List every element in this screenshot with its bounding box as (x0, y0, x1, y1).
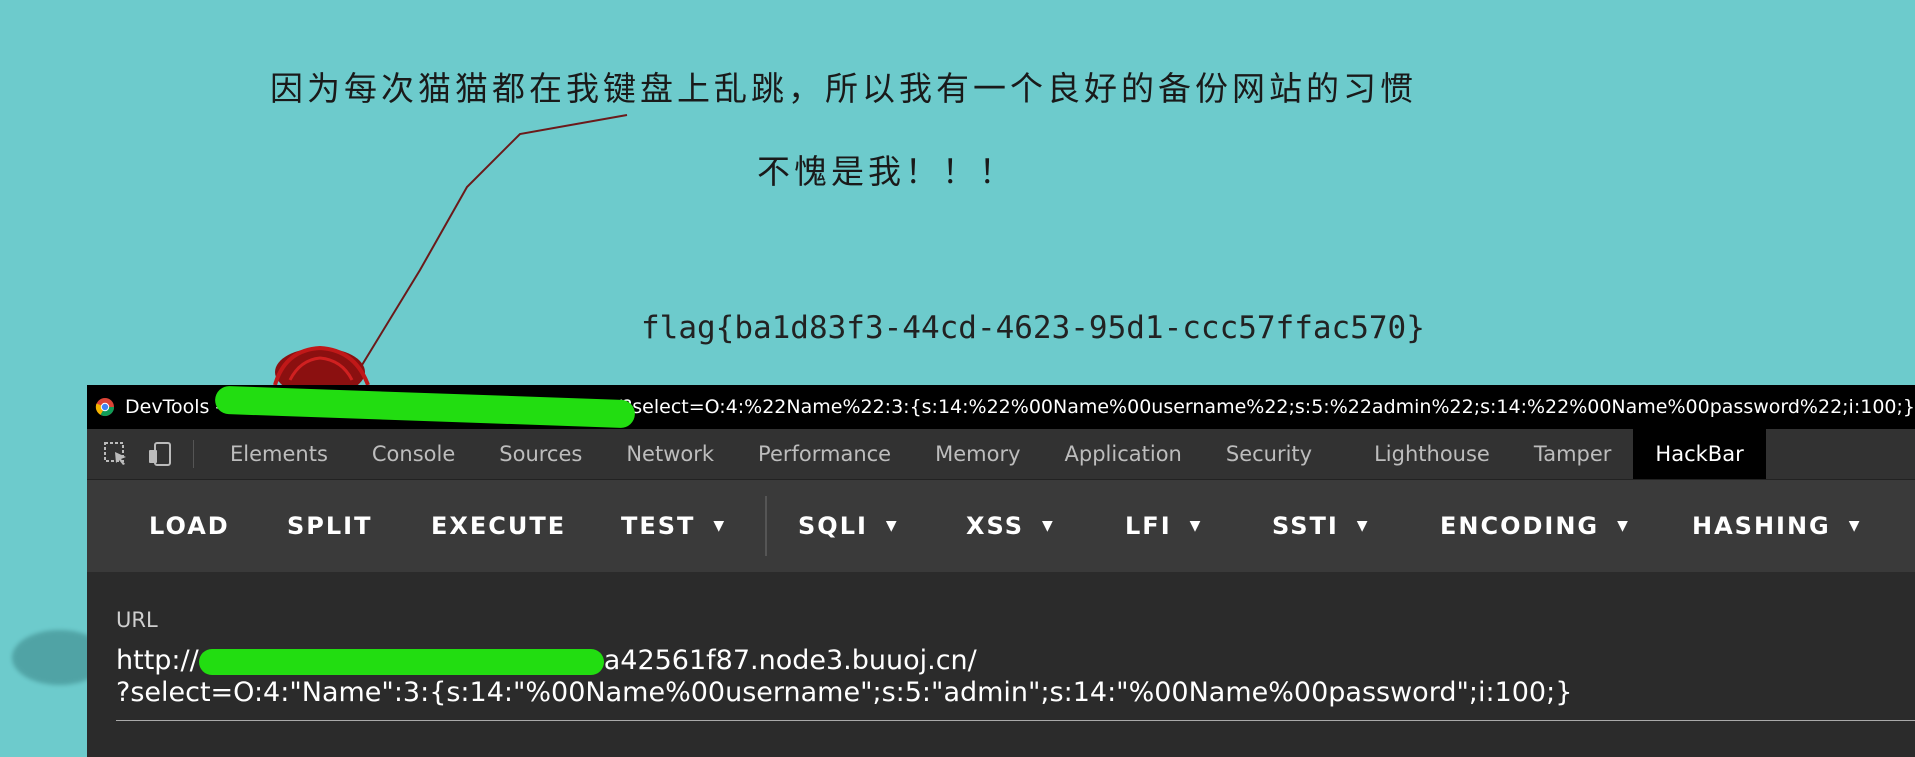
devtools-title-url: 3.buuoj.cn/?select=O:4:%22Name%22:3:{s:1… (516, 396, 1915, 418)
tab-sources[interactable]: Sources (477, 429, 604, 479)
sqli-dropdown[interactable]: SQLI ▼ (798, 480, 899, 572)
tab-network[interactable]: Network (604, 429, 736, 479)
caret-down-icon: ▼ (713, 518, 727, 534)
caret-down-icon: ▼ (1848, 518, 1862, 534)
flag-text: flag{ba1d83f3-44cd-4623-95d1-ccc57ffac57… (641, 310, 1425, 346)
tab-hackbar[interactable]: HackBar (1633, 429, 1766, 479)
hashing-dropdown[interactable]: HASHING ▼ (1692, 480, 1862, 572)
tab-separator (193, 440, 194, 468)
url-line-1: http:// a42561f87.node3.buuoj.cn/ (116, 645, 1572, 677)
cat-message-exclaim: 不愧是我！！！ (757, 152, 1016, 191)
chrome-icon (95, 398, 114, 417)
caret-down-icon: ▼ (1617, 518, 1630, 534)
devtools-titlebar: DevTools - 3.buuoj.cn/?select=O:4:%22Nam… (87, 385, 1915, 429)
redaction-mark (214, 385, 636, 429)
test-dropdown[interactable]: TEST ▼ (621, 480, 726, 572)
tab-performance[interactable]: Performance (736, 429, 913, 479)
ssti-label: SSTI (1272, 512, 1339, 540)
url-panel: URL http:// a42561f87.node3.buuoj.cn/ ?se… (87, 572, 1915, 757)
redaction-mark (198, 648, 604, 675)
url-scheme: http:// (116, 645, 199, 676)
url-line-2: ?select=O:4:"Name":3:{s:14:"%00Name%00us… (116, 677, 1573, 708)
tab-console[interactable]: Console (350, 429, 477, 479)
toolbar-separator (765, 496, 767, 556)
url-underline (116, 720, 1915, 721)
sqli-label: SQLI (798, 512, 868, 540)
encoding-dropdown[interactable]: ENCODING ▼ (1440, 480, 1630, 572)
xss-label: XSS (966, 512, 1024, 540)
encoding-label: ENCODING (1440, 512, 1600, 540)
url-host-suffix: a42561f87.node3.buuoj.cn/ (603, 645, 977, 676)
hackbar-toolbar: LOAD SPLIT EXECUTE TEST ▼ SQLI ▼ XSS ▼ LFI ▼… (87, 480, 1915, 572)
cat-message: 因为每次猫猫都在我键盘上乱跳，所以我有一个良好的备份网站的习惯 (270, 69, 1417, 108)
inspect-element-icon[interactable] (101, 439, 131, 469)
devtools-panel: DevTools - 3.buuoj.cn/?select=O:4:%22Nam… (87, 385, 1915, 757)
caret-down-icon: ▼ (1356, 518, 1370, 534)
tab-security[interactable]: Security (1204, 429, 1352, 479)
tab-lighthouse[interactable]: Lighthouse (1352, 429, 1512, 479)
xss-dropdown[interactable]: XSS ▼ (966, 480, 1055, 572)
devtools-tabbar: Elements Console Sources Network Perform… (87, 429, 1915, 480)
load-label: LOAD (149, 512, 230, 540)
hashing-label: HASHING (1692, 512, 1831, 540)
ssti-dropdown[interactable]: SSTI ▼ (1272, 480, 1370, 572)
execute-label: EXECUTE (431, 512, 567, 540)
url-label: URL (116, 608, 158, 632)
tab-elements[interactable]: Elements (208, 429, 350, 479)
tab-memory[interactable]: Memory (913, 429, 1042, 479)
lfi-dropdown[interactable]: LFI ▼ (1125, 480, 1202, 572)
split-button[interactable]: SPLIT (287, 480, 372, 572)
execute-button[interactable]: EXECUTE (431, 480, 566, 572)
devtools-title-prefix: DevTools - (125, 396, 223, 418)
tab-tamper[interactable]: Tamper (1512, 429, 1634, 479)
load-button[interactable]: LOAD (149, 480, 230, 572)
caret-down-icon: ▼ (885, 518, 899, 534)
split-label: SPLIT (287, 512, 373, 540)
lfi-label: LFI (1125, 512, 1172, 540)
device-toolbar-icon[interactable] (145, 439, 175, 469)
caret-down-icon: ▼ (1189, 518, 1203, 534)
test-label: TEST (621, 512, 696, 540)
caret-down-icon: ▼ (1042, 518, 1055, 534)
url-textarea[interactable]: http:// a42561f87.node3.buuoj.cn/ ?select… (116, 645, 1572, 709)
tab-application[interactable]: Application (1043, 429, 1204, 479)
